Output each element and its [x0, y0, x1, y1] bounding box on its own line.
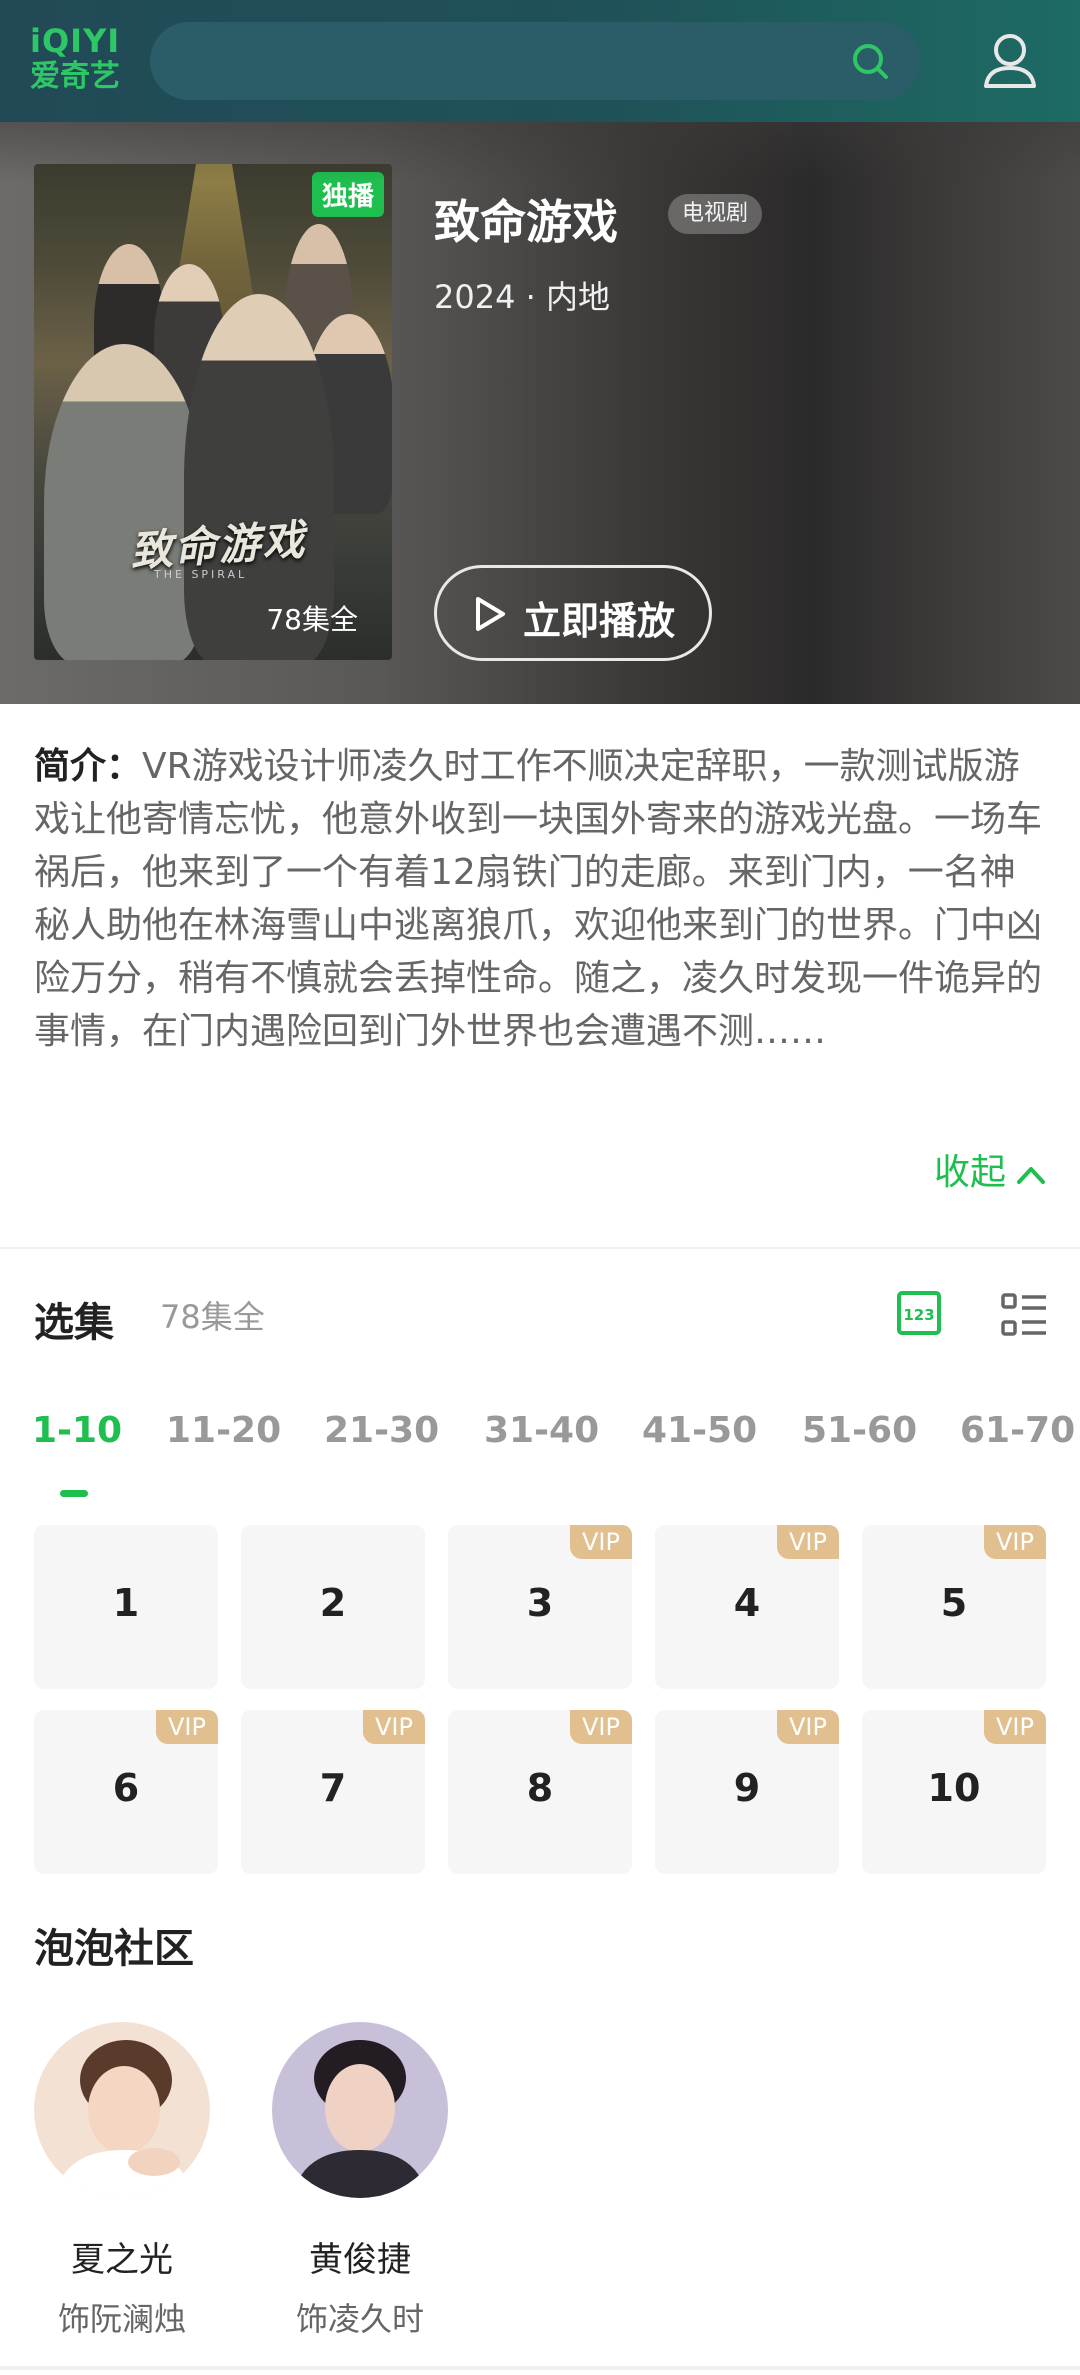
- vip-badge: VIP: [156, 1710, 218, 1744]
- exclusive-badge: 独播: [311, 172, 384, 217]
- collapse-label: 收起: [933, 1152, 1006, 1193]
- search-icon[interactable]: [850, 41, 890, 81]
- avatar[interactable]: [34, 2022, 210, 2198]
- episode-number: 2: [319, 1581, 347, 1625]
- vip-badge: VIP: [777, 1525, 839, 1559]
- collapse-button[interactable]: 收起: [934, 1143, 1046, 1195]
- range-tab[interactable]: 1-10: [32, 1410, 122, 1451]
- search-bar[interactable]: [150, 22, 920, 100]
- cast-role: 饰阮澜烛: [57, 2300, 186, 2338]
- poster-episode-total: 78集全: [266, 603, 358, 636]
- poster[interactable]: 致命游戏 THE SPIRAL 独播 78集全: [34, 164, 392, 660]
- iqiyi-logo[interactable]: iQIYI 爱奇艺: [30, 24, 122, 98]
- user-icon[interactable]: [982, 30, 1038, 90]
- cast-name: 黄俊捷: [309, 2240, 411, 2280]
- synopsis: 简介：VR游戏设计师凌久时工作不顺决定辞职，一款测试版游戏让他寄情忘忧，他意外收…: [34, 740, 1046, 1058]
- episode-cell[interactable]: 2: [241, 1525, 425, 1689]
- top-bar: iQIYI 爱奇艺: [0, 0, 1080, 122]
- hero-section: 致命游戏 THE SPIRAL 独播 78集全 致命游戏 电视剧 2024 · …: [0, 122, 1080, 704]
- chevron-up-icon: [1017, 1167, 1045, 1184]
- vip-badge: VIP: [570, 1525, 632, 1559]
- show-title: 致命游戏: [434, 195, 618, 249]
- episode-cell[interactable]: VIP 3: [448, 1525, 632, 1689]
- cast-role: 饰凌久时: [295, 2300, 424, 2338]
- vip-badge: VIP: [777, 1710, 839, 1744]
- range-tab[interactable]: 11-20: [166, 1410, 281, 1451]
- episode-number: 1: [112, 1581, 140, 1625]
- bottom-divider: [0, 2366, 1080, 2370]
- poster-figure: [44, 344, 204, 660]
- play-now-button[interactable]: 立即播放: [434, 565, 712, 661]
- range-tab[interactable]: 21-30: [324, 1410, 439, 1451]
- episode-number: 5: [940, 1581, 968, 1625]
- vip-badge: VIP: [570, 1710, 632, 1744]
- episodes-title: 选集: [34, 1300, 114, 1346]
- range-tab[interactable]: 31-40: [484, 1410, 599, 1451]
- synopsis-text: VR游戏设计师凌久时工作不顺决定辞职，一款测试版游戏让他寄情忘忧，他意外收到一块…: [34, 746, 1043, 1052]
- episode-cell[interactable]: VIP 6: [34, 1710, 218, 1874]
- episode-cell[interactable]: VIP 9: [655, 1710, 839, 1874]
- list-view-icon[interactable]: [1000, 1292, 1048, 1338]
- logo-chinese: 爱奇艺: [30, 59, 120, 94]
- type-tag: 电视剧: [668, 194, 763, 234]
- vip-badge: VIP: [984, 1525, 1046, 1559]
- episode-number: 10: [927, 1766, 981, 1810]
- episode-cell[interactable]: VIP 10: [862, 1710, 1046, 1874]
- logo-wordmark: iQIYI: [30, 22, 121, 60]
- play-now-label: 立即播放: [523, 599, 676, 643]
- vip-badge: VIP: [984, 1710, 1046, 1744]
- episode-cell[interactable]: VIP 7: [241, 1710, 425, 1874]
- avatar[interactable]: [272, 2022, 448, 2198]
- episode-number: 6: [112, 1766, 140, 1810]
- svg-text:123: 123: [903, 1306, 934, 1324]
- episode-cell[interactable]: 1: [34, 1525, 218, 1689]
- episode-cell[interactable]: VIP 4: [655, 1525, 839, 1689]
- range-tab[interactable]: 41-50: [642, 1410, 757, 1451]
- cast-name: 夏之光: [71, 2240, 173, 2280]
- play-icon: [476, 597, 505, 631]
- episode-number: 7: [319, 1766, 347, 1810]
- search-input[interactable]: [180, 40, 820, 82]
- active-range-indicator: [60, 1490, 88, 1497]
- section-divider: [0, 1247, 1080, 1249]
- poster-subtitle: THE SPIRAL: [154, 568, 248, 581]
- range-tab[interactable]: 61-70: [960, 1410, 1075, 1451]
- episode-number: 4: [733, 1581, 761, 1625]
- episodes-count: 78集全: [160, 1298, 265, 1336]
- episode-number: 9: [733, 1766, 761, 1810]
- episode-number: 8: [526, 1766, 554, 1810]
- synopsis-label: 简介：: [34, 746, 143, 787]
- episode-cell[interactable]: VIP 8: [448, 1710, 632, 1874]
- grid-view-icon[interactable]: 123: [896, 1290, 942, 1336]
- episode-cell[interactable]: VIP 5: [862, 1525, 1046, 1689]
- vip-badge: VIP: [363, 1710, 425, 1744]
- community-title: 泡泡社区: [34, 1926, 194, 1972]
- episode-number: 3: [526, 1581, 554, 1625]
- range-tab[interactable]: 51-60: [802, 1410, 917, 1451]
- show-meta: 2024 · 内地: [434, 278, 610, 316]
- episode-range-tabs: 1-10 11-20 21-30 31-40 41-50 51-60 61-70: [0, 1410, 1080, 1480]
